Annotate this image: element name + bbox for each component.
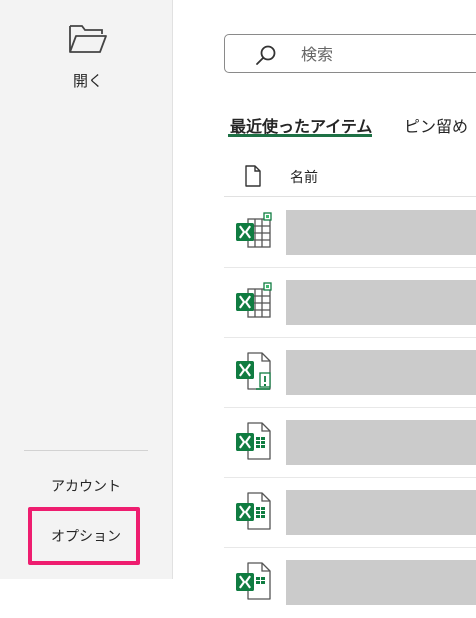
sidebar: 開く アカウント オプション (0, 0, 173, 579)
open-button[interactable]: 開く (38, 12, 138, 96)
tab-active-underline (228, 134, 372, 137)
search-icon (256, 45, 276, 65)
folder-icon (69, 25, 107, 53)
column-name-label[interactable]: 名前 (290, 167, 318, 187)
file-row[interactable] (224, 338, 476, 408)
search-input[interactable] (299, 41, 463, 67)
column-header: 名前 (224, 156, 476, 197)
file-row[interactable] (224, 548, 476, 618)
file-name-placeholder (286, 210, 476, 255)
file-row[interactable] (224, 478, 476, 548)
excel-file-icon (236, 422, 271, 460)
options-highlight-box (28, 507, 140, 565)
excel-workbook-icon (236, 282, 272, 318)
file-row[interactable] (224, 268, 476, 338)
file-name-placeholder (286, 560, 476, 605)
file-name-placeholder (286, 280, 476, 325)
file-name-placeholder (286, 350, 476, 395)
file-name-placeholder (286, 490, 476, 535)
excel-template-icon (236, 352, 271, 390)
tab-pinned[interactable]: ピン留め (404, 113, 468, 137)
document-icon (245, 165, 261, 187)
excel-file-icon (236, 492, 271, 530)
open-label: 開く (72, 72, 103, 90)
excel-workbook-icon (236, 212, 272, 248)
file-row[interactable] (224, 198, 476, 268)
file-name-placeholder (286, 420, 476, 465)
excel-file-icon (236, 562, 271, 600)
file-row[interactable] (224, 408, 476, 478)
search-box[interactable] (224, 34, 476, 73)
sidebar-divider (24, 450, 148, 451)
sidebar-item-account[interactable]: アカウント (26, 476, 146, 496)
